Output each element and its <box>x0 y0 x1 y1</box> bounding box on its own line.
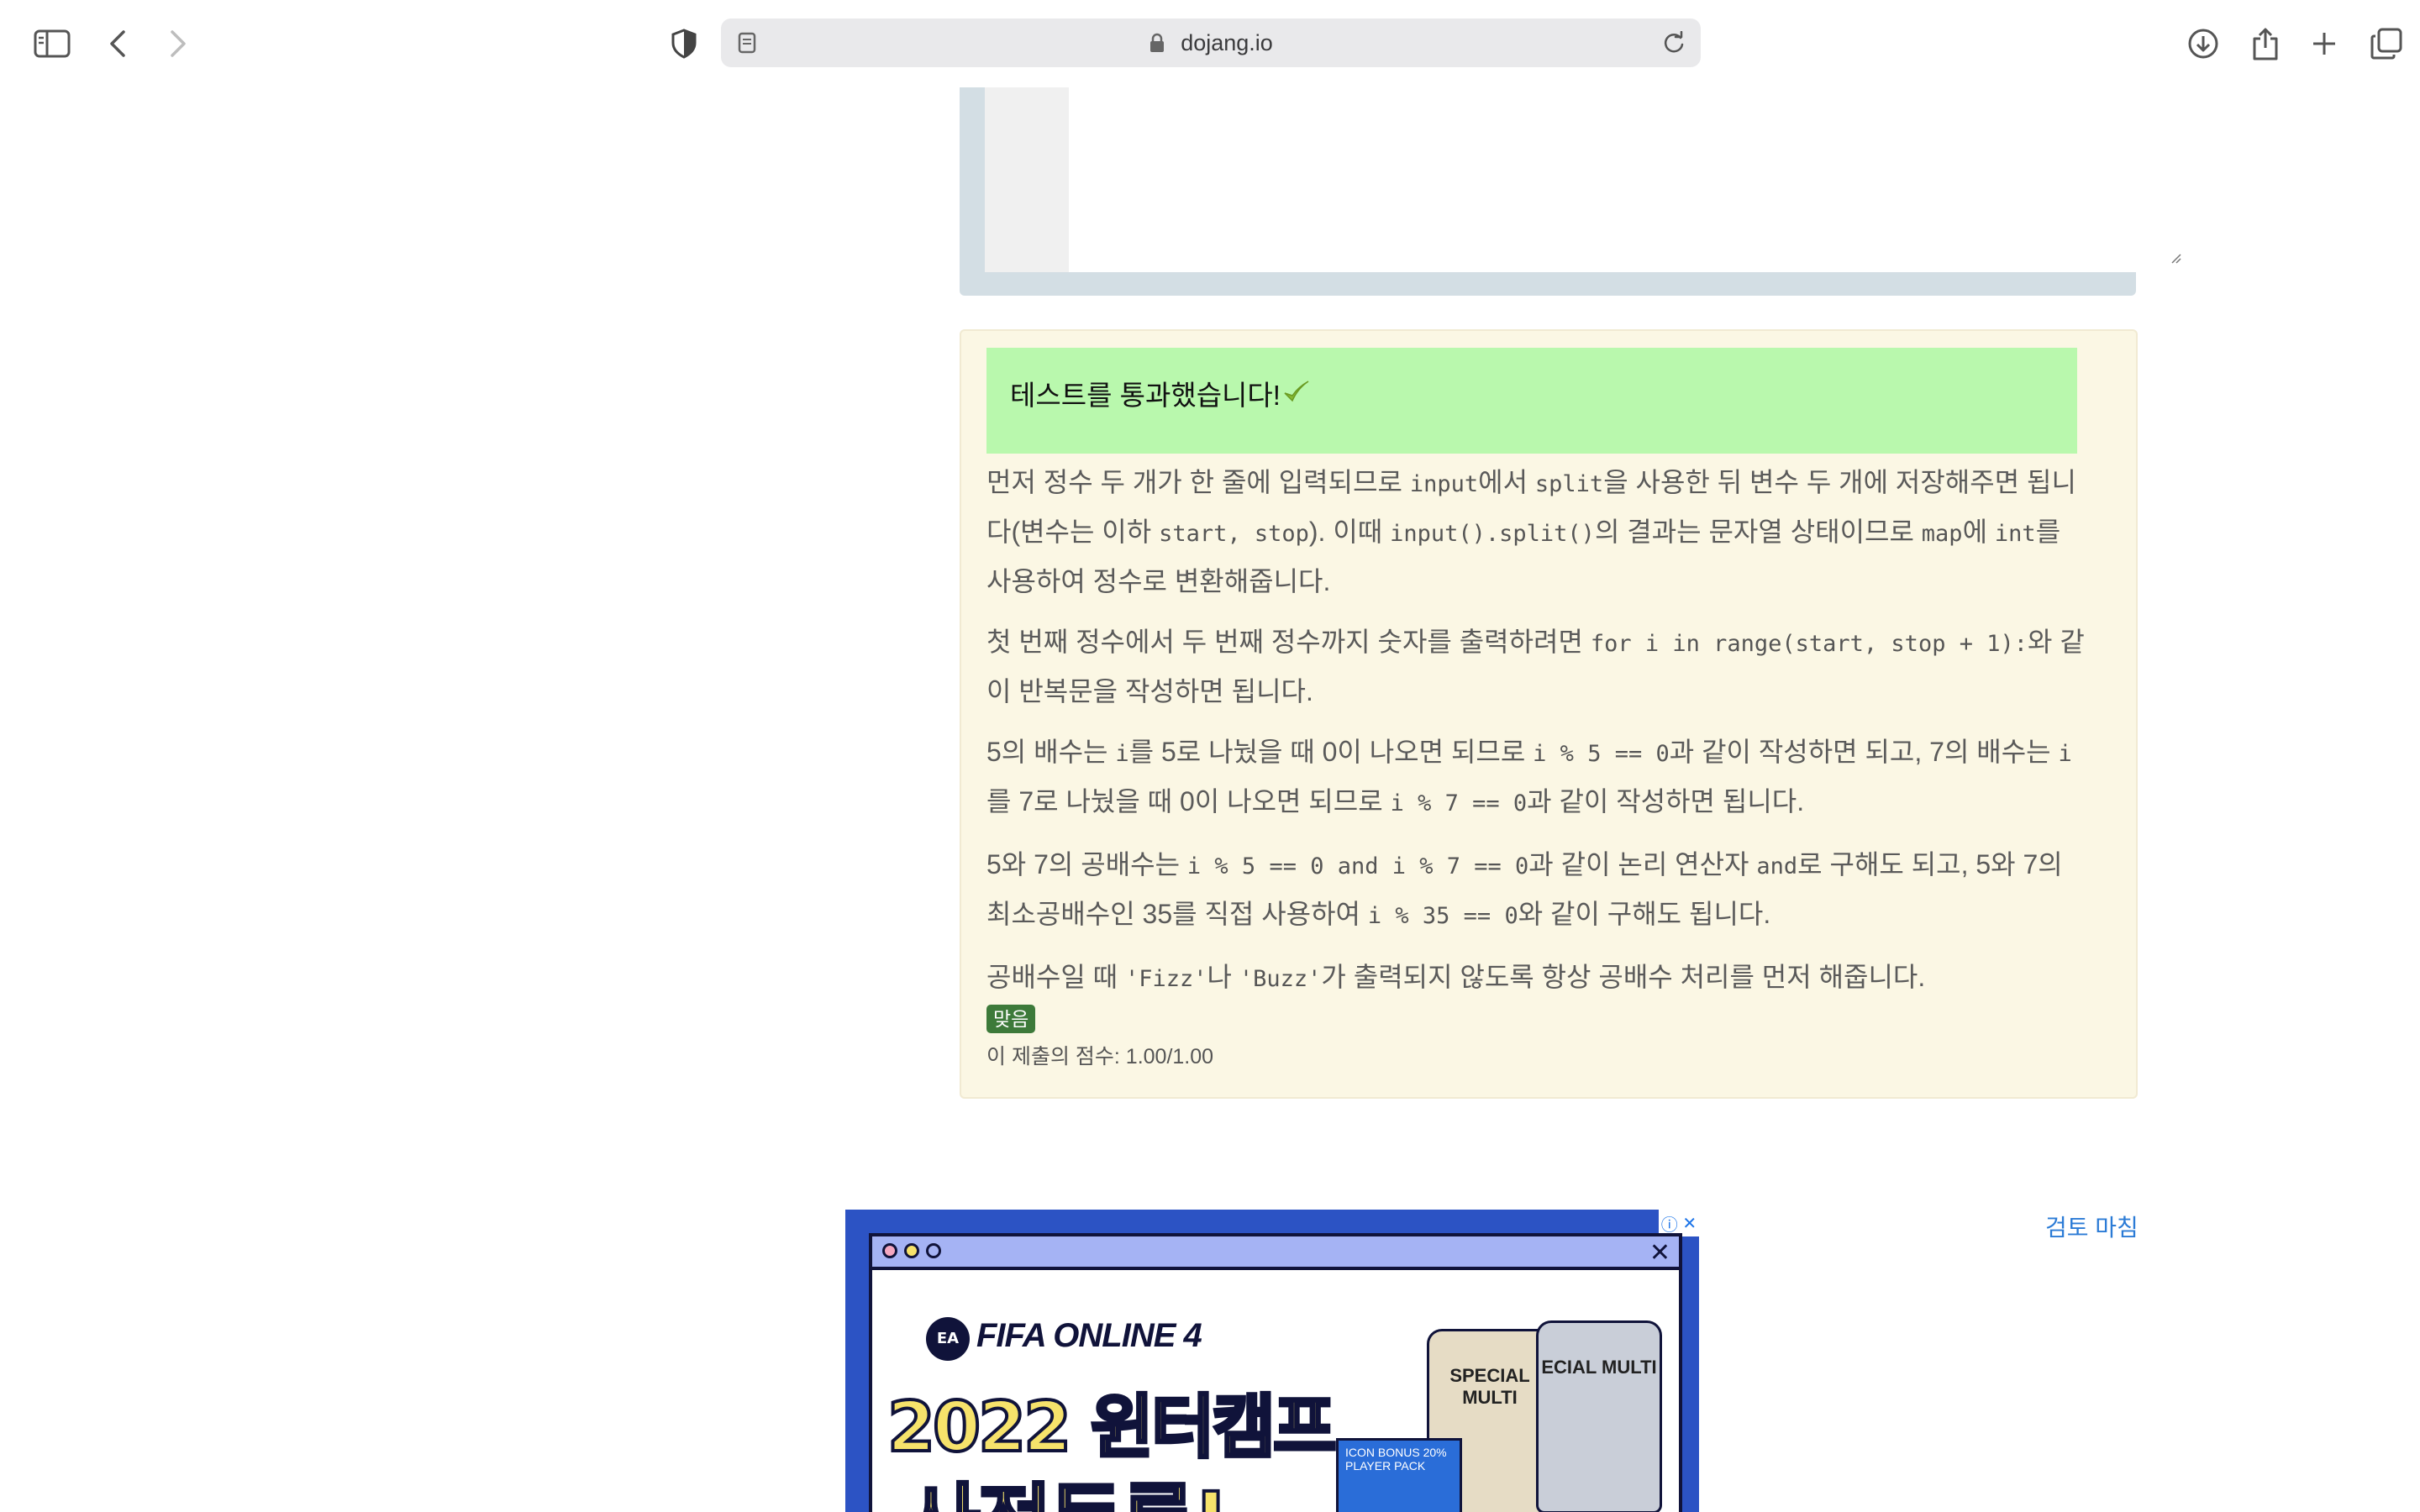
success-message: 테스트를 통과했습니다! <box>1010 380 1281 411</box>
check-icon <box>1282 378 1311 410</box>
status-badge: 맞음 <box>986 1005 1036 1033</box>
advertisement-banner[interactable]: ⓘ ✕ ✕ EA FIFA ONLINE 4 2022 윈터캠프 사전등록! S… <box>845 1210 1699 1512</box>
inline-code: 'Fizz' <box>1124 966 1207 992</box>
ad-player-card: ECIAL MULTI <box>1536 1320 1662 1512</box>
ad-brand: FIFA ONLINE 4 <box>976 1317 1202 1354</box>
ad-headline-2: 사전등록! <box>904 1457 1231 1512</box>
text: 첫 번째 정수에서 두 번째 정수까지 숫자를 출력하려면 <box>986 627 1591 657</box>
editor-line-gutter <box>985 87 1069 272</box>
text: 과 같이 논리 연산자 <box>1528 849 1757 879</box>
ad-info-icon[interactable]: ⓘ <box>1661 1211 1678 1236</box>
inline-code: int <box>1994 521 2036 547</box>
text: 와 같이 구해도 됩니다. <box>1518 899 1771 929</box>
success-banner: 테스트를 통과했습니다! <box>986 348 2077 454</box>
inline-code: input().split() <box>1390 521 1595 547</box>
ad-card-label: ECIAL MULTI <box>1541 1357 1657 1378</box>
back-icon[interactable] <box>96 22 139 66</box>
download-icon[interactable] <box>2181 22 2225 66</box>
inline-code: 'Buzz' <box>1239 966 1322 992</box>
forward-icon[interactable] <box>156 22 200 66</box>
text: 5의 배수는 <box>986 737 1116 767</box>
inline-code: i % 35 == 0 <box>1367 903 1518 929</box>
inline-code: input <box>1409 471 1479 497</box>
privacy-shield-icon[interactable] <box>662 22 706 66</box>
explanation-paragraph: 5와 7의 공배수는 i % 5 == 0 and i % 7 == 0과 같이… <box>986 841 2087 940</box>
solution-explanation: 먼저 정수 두 개가 한 줄에 입력되므로 input에서 split을 사용한… <box>986 459 2087 1016</box>
ad-pack-label: ICON BONUS 20% PLAYER PACK <box>1345 1446 1447 1473</box>
ad-dot-icon <box>904 1243 919 1258</box>
text: 를 7로 나눴을 때 0이 나오면 되므로 <box>986 786 1391 816</box>
ad-window-graphic: ✕ EA FIFA ONLINE 4 2022 윈터캠프 사전등록! SPECI… <box>869 1233 1682 1512</box>
text: 과 같이 작성하면 됩니다. <box>1527 786 1805 816</box>
address-bar[interactable]: dojang.io <box>721 18 1701 67</box>
ad-player-pack: ICON BONUS 20% PLAYER PACK <box>1336 1438 1462 1512</box>
ad-titlebar: ✕ <box>872 1236 1679 1270</box>
inline-code: i % 7 == 0 <box>1390 790 1528 816</box>
text: 가 출력되지 않도록 항상 공배수 처리를 먼저 해줍니다. <box>1321 962 1926 992</box>
inline-code: split <box>1534 471 1604 497</box>
text: 의 결과는 문자열 상태이므로 <box>1594 517 1922 547</box>
text: 공배수일 때 <box>986 962 1125 992</box>
text: 나 <box>1207 962 1239 992</box>
explanation-paragraph: 공배수일 때 'Fizz'나 'Buzz'가 출력되지 않도록 항상 공배수 처… <box>986 953 2087 1003</box>
share-icon[interactable] <box>2244 22 2287 66</box>
inline-code: i <box>1115 741 1129 767</box>
text: 에서 <box>1478 467 1535 497</box>
explanation-paragraph: 5의 배수는 i를 5로 나눴을 때 0이 나오면 되므로 i % 5 == 0… <box>986 728 2087 827</box>
inline-code: i <box>2058 741 2072 767</box>
inline-code: i % 5 == 0 <box>1533 741 1670 767</box>
sidebar-icon[interactable] <box>30 22 74 66</box>
new-tab-icon[interactable] <box>2302 22 2346 66</box>
code-editor-frame <box>960 87 2188 296</box>
inline-code: and <box>1756 853 1798 879</box>
url-text[interactable]: dojang.io <box>721 18 1701 67</box>
result-panel: 테스트를 통과했습니다! 먼저 정수 두 개가 한 줄에 입력되므로 input… <box>960 329 2138 1099</box>
inline-code: start, stop <box>1159 521 1309 547</box>
resize-grip-icon[interactable] <box>2170 251 2181 267</box>
reload-icon[interactable] <box>1662 30 1686 58</box>
text: ). 이때 <box>1308 517 1391 547</box>
text: 과 같이 작성하면 되고, 7의 배수는 <box>1669 737 2059 767</box>
inline-code: for i in range(start, stop + 1): <box>1590 631 2028 657</box>
tab-overview-icon[interactable] <box>2365 22 2408 66</box>
text: 5와 7의 공배수는 <box>986 849 1187 879</box>
ad-dot-icon <box>926 1243 941 1258</box>
ea-logo: EA <box>926 1317 970 1361</box>
browser-toolbar: dojang.io <box>0 0 2420 87</box>
explanation-paragraph: 첫 번째 정수에서 두 번째 정수까지 숫자를 출력하려면 for i in r… <box>986 618 2087 715</box>
submission-score: 이 제출의 점수: 1.00/1.00 <box>986 1045 1214 1068</box>
ad-window-close-icon: ✕ <box>1649 1238 1670 1268</box>
ad-dot-icon <box>882 1243 897 1258</box>
ad-card-label: SPECIAL MULTI <box>1449 1365 1530 1408</box>
ad-close-icon[interactable]: ✕ <box>1682 1213 1697 1233</box>
review-done-link[interactable]: 검토 마침 <box>2045 1210 2139 1243</box>
text: 에 <box>1962 517 1995 547</box>
text: 를 5로 나눴을 때 0이 나오면 되므로 <box>1128 737 1534 767</box>
explanation-paragraph: 먼저 정수 두 개가 한 줄에 입력되므로 input에서 split을 사용한… <box>986 459 2087 605</box>
text: 먼저 정수 두 개가 한 줄에 입력되므로 <box>986 467 1410 497</box>
inline-code: i % 5 == 0 and i % 7 == 0 <box>1186 853 1529 879</box>
inline-code: map <box>1921 521 1963 547</box>
code-editor[interactable] <box>1069 87 2188 272</box>
